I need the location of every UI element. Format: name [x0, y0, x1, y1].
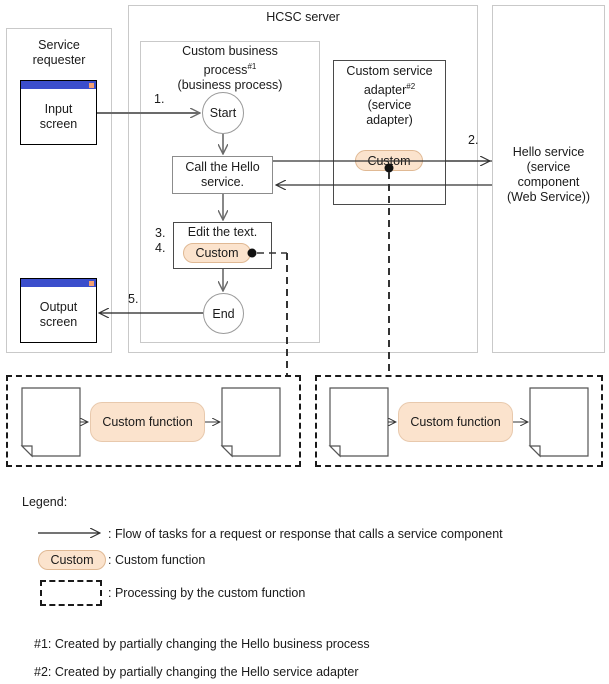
footnote-ref-1: #1	[247, 62, 257, 71]
legend-dashed-swatch	[40, 580, 102, 606]
doc-left-output-line3: time	[239, 428, 263, 442]
output-screen-label: Output screen	[39, 299, 78, 329]
doc-right-input-label: aaa	[346, 412, 368, 426]
legend-title: Legend:	[22, 495, 68, 509]
doc-right-output-label: AAA	[544, 412, 570, 426]
step-label-5: 5.	[128, 292, 139, 306]
csa-label-line1: Custom service	[346, 64, 433, 78]
footnote-2: #2: Created by partially changing the He…	[34, 665, 359, 679]
step-label-2: 2.	[468, 133, 479, 147]
custom-badge-adapter[interactable]: Custom	[355, 150, 423, 171]
node-edit-the-text-label: Edit the text.	[187, 225, 258, 239]
panel-service-requester-label: Service requester	[32, 38, 86, 67]
doc-left-input-label: AAA	[38, 412, 64, 426]
csa-label-line2: adapter#2	[363, 82, 416, 98]
csa-label-line3: (service	[367, 98, 412, 113]
legend-dashed-desc: : Processing by the custom function	[108, 586, 306, 600]
box-custom-service-adapter-label: Custom service adapter#2 (service adapte…	[333, 64, 446, 128]
doc-left-output-line1: AAA	[238, 398, 264, 412]
input-screen-titlebar	[21, 81, 96, 89]
panel-hcsc-server-label: HCSC server	[266, 10, 340, 24]
output-screen-titlebar	[21, 279, 96, 287]
diagram-canvas: Service requester HCSC server Hello serv…	[0, 0, 609, 684]
legend-custom-pill: Custom	[38, 550, 106, 570]
cbp-label-line3: (business process)	[177, 78, 283, 93]
custom-badge-process[interactable]: Custom	[183, 243, 251, 263]
node-end[interactable]: End	[203, 293, 244, 334]
step-label-4: 4.	[155, 241, 166, 255]
doc-left-output-line2: +	[247, 413, 255, 427]
node-call-hello-service[interactable]: Call the Hello service.	[172, 156, 273, 194]
doc-left-output-label: AAA + time	[222, 398, 280, 443]
footnote-1: #1: Created by partially changing the He…	[34, 637, 370, 651]
csa-label-line4: adapter)	[366, 113, 413, 128]
legend-pill-desc: : Custom function	[108, 553, 206, 567]
close-icon[interactable]	[89, 82, 94, 88]
cbp-label-line2: process#1	[203, 62, 257, 78]
group-custom-business-process-label: Custom business process#1 (business proc…	[140, 44, 320, 93]
input-screen-label: Input screen	[39, 101, 78, 131]
output-screen-window[interactable]: Output screen	[20, 278, 97, 343]
cbp-label-line1: Custom business	[182, 44, 278, 58]
function-right[interactable]: Custom function	[398, 402, 513, 442]
function-left[interactable]: Custom function	[90, 402, 205, 442]
step-label-3: 3.	[155, 226, 166, 240]
panel-hello-service-label: Hello service (service component (Web Se…	[506, 145, 591, 204]
input-screen-window[interactable]: Input screen	[20, 80, 97, 145]
close-icon[interactable]	[89, 280, 94, 286]
step-label-1: 1.	[154, 92, 165, 106]
node-start[interactable]: Start	[202, 92, 244, 134]
legend-arrow-desc: : Flow of tasks for a request or respons…	[108, 527, 503, 541]
footnote-ref-2: #2	[406, 82, 416, 91]
